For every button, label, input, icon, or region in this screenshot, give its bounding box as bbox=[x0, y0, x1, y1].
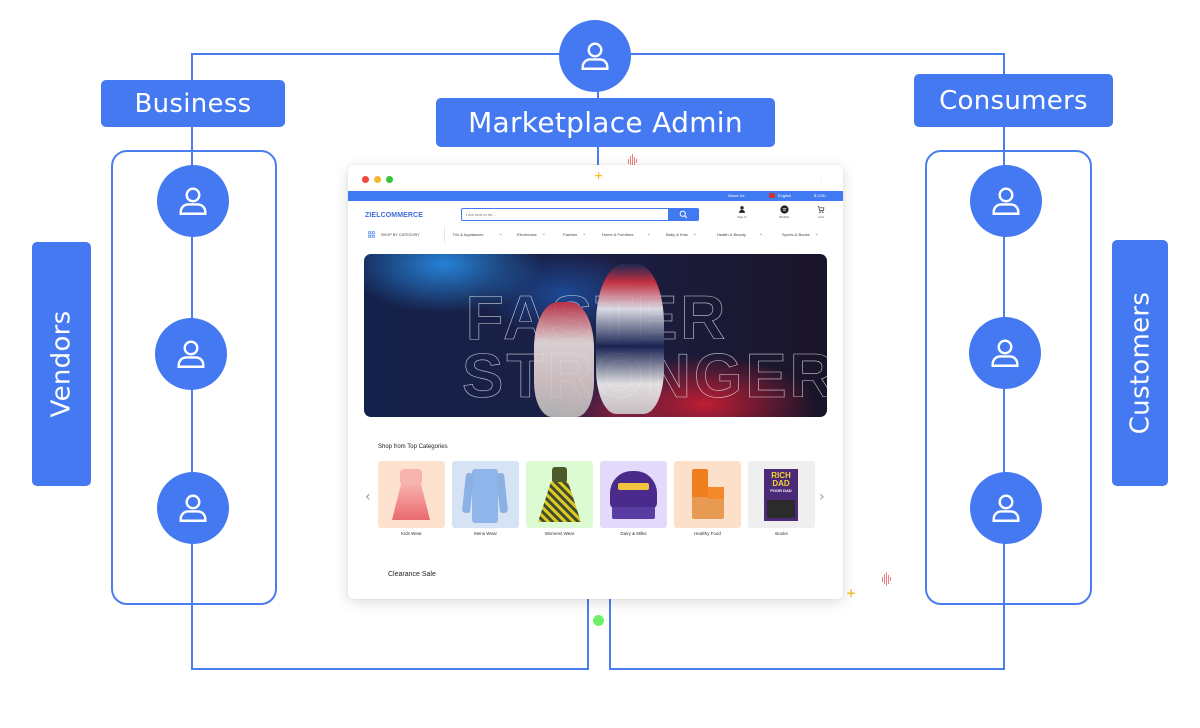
mens-wear-image bbox=[452, 461, 519, 528]
nav-electronics[interactable]: Electronics ⌄ bbox=[517, 231, 546, 237]
carousel-prev-arrow[interactable]: ‹ bbox=[365, 489, 371, 505]
player-figure-left bbox=[534, 302, 594, 417]
store-logo[interactable]: ZIELCOMMERCE bbox=[365, 212, 423, 219]
carousel-next-arrow[interactable]: › bbox=[819, 489, 825, 505]
consumers-label: Consumers bbox=[914, 74, 1113, 127]
window-menu-icon[interactable]: ⋮ bbox=[818, 175, 824, 182]
category-nav-bar: SHOP BY CATEGORY TVs & Appliances ⌄ Elect… bbox=[348, 227, 843, 243]
about-us-link[interactable]: About Us bbox=[728, 193, 744, 198]
nav-home-furniture[interactable]: Home & Furniture ⌄ bbox=[602, 231, 651, 237]
vendors-label: Vendors bbox=[32, 242, 91, 486]
minimize-dot[interactable] bbox=[374, 176, 381, 183]
books-image: RICH DAD POOR DAD bbox=[748, 461, 815, 528]
language-selector[interactable]: English bbox=[778, 193, 791, 198]
maximize-dot[interactable] bbox=[386, 176, 393, 183]
cart-button[interactable]: Cart bbox=[811, 205, 831, 219]
sound-wave-icon bbox=[882, 572, 891, 586]
grid-icon bbox=[368, 231, 375, 238]
womens-wear-image bbox=[526, 461, 593, 528]
green-dot-decoration bbox=[593, 615, 604, 626]
clearance-sale-title: Clearance Sale bbox=[388, 571, 436, 578]
category-mens-wear[interactable]: Mens Wear bbox=[452, 461, 519, 536]
vendor-avatar-2 bbox=[155, 318, 227, 390]
search-icon bbox=[679, 210, 688, 219]
storefront-browser-window: + ⋮ About Us English $ USD ZIELCOMMERCE … bbox=[348, 165, 843, 599]
currency-selector[interactable]: $ USD bbox=[814, 193, 826, 198]
nav-fashion[interactable]: Fashion ⌄ bbox=[563, 231, 586, 237]
admin-avatar bbox=[559, 20, 631, 92]
cart-icon bbox=[817, 206, 825, 213]
connector-bottom-left bbox=[192, 668, 588, 670]
user-icon bbox=[179, 187, 207, 215]
hero-banner[interactable]: FASTER STRONGER bbox=[364, 254, 827, 417]
vendor-avatar-1 bbox=[157, 165, 229, 237]
divider bbox=[444, 227, 445, 243]
business-label: Business bbox=[101, 80, 285, 127]
category-books[interactable]: RICH DAD POOR DAD Books bbox=[748, 461, 815, 536]
chevron-down-icon: ⌄ bbox=[814, 231, 819, 237]
flag-icon bbox=[769, 193, 775, 198]
chevron-down-icon: ⌄ bbox=[758, 231, 764, 237]
chevron-down-icon: ⌄ bbox=[541, 231, 546, 237]
user-icon bbox=[991, 339, 1019, 367]
category-womens-wear[interactable]: Womens Wear bbox=[526, 461, 593, 536]
dairy-milks-image bbox=[600, 461, 667, 528]
search-input[interactable]: I Am look in for... bbox=[461, 208, 699, 221]
nav-health-beauty[interactable]: Health & Beauty ⌄ bbox=[717, 231, 763, 237]
user-icon bbox=[581, 42, 609, 70]
storefront-topbar: About Us English $ USD bbox=[348, 191, 843, 201]
customer-avatar-3 bbox=[970, 472, 1042, 544]
plus-decoration-icon: + bbox=[846, 586, 857, 600]
user-icon bbox=[992, 494, 1020, 522]
player-figure-right bbox=[596, 264, 664, 414]
plus-decoration-icon: + bbox=[594, 169, 604, 182]
vendor-avatar-3 bbox=[157, 472, 229, 544]
customers-label: Customers bbox=[1112, 240, 1168, 486]
chevron-down-icon: ⌄ bbox=[582, 231, 587, 237]
close-dot[interactable] bbox=[362, 176, 369, 183]
user-icon bbox=[179, 494, 207, 522]
connector-bottom-right bbox=[610, 668, 1005, 670]
customer-avatar-1 bbox=[970, 165, 1042, 237]
customer-avatar-2 bbox=[969, 317, 1041, 389]
chevron-down-icon: ⌄ bbox=[646, 231, 651, 237]
category-healthy-food[interactable]: Healthy Food bbox=[674, 461, 741, 536]
nav-tvs-appliances[interactable]: TVs & Appliances ⌄ bbox=[452, 231, 503, 237]
user-icon bbox=[177, 340, 205, 368]
kids-wear-image bbox=[378, 461, 445, 528]
healthy-food-image bbox=[674, 461, 741, 528]
category-dairy-milks[interactable]: Dairy & Milks bbox=[600, 461, 667, 536]
user-icon bbox=[992, 187, 1020, 215]
user-icon bbox=[739, 206, 745, 213]
window-controls bbox=[362, 176, 393, 183]
search-button[interactable] bbox=[668, 208, 699, 221]
chevron-down-icon: ⌄ bbox=[692, 231, 697, 237]
category-carousel: Kids Wear Mens Wear Womens Wear Dairy & … bbox=[378, 461, 815, 536]
sign-in-button[interactable]: Sign In bbox=[732, 205, 752, 219]
marketplace-admin-label: Marketplace Admin bbox=[436, 98, 775, 147]
nav-baby-kids[interactable]: Baby & Kids ⌄ bbox=[666, 231, 697, 237]
shop-by-category-button[interactable]: SHOP BY CATEGORY bbox=[368, 231, 420, 238]
wishlist-button[interactable]: Wishlist bbox=[774, 205, 794, 219]
nav-sports-books[interactable]: Sports & Books ⌄ bbox=[782, 231, 819, 237]
top-categories-title: Shop from Top Categories bbox=[378, 444, 448, 450]
category-kids-wear[interactable]: Kids Wear bbox=[378, 461, 445, 536]
chevron-down-icon: ⌄ bbox=[498, 231, 503, 237]
wishlist-icon bbox=[779, 205, 789, 214]
